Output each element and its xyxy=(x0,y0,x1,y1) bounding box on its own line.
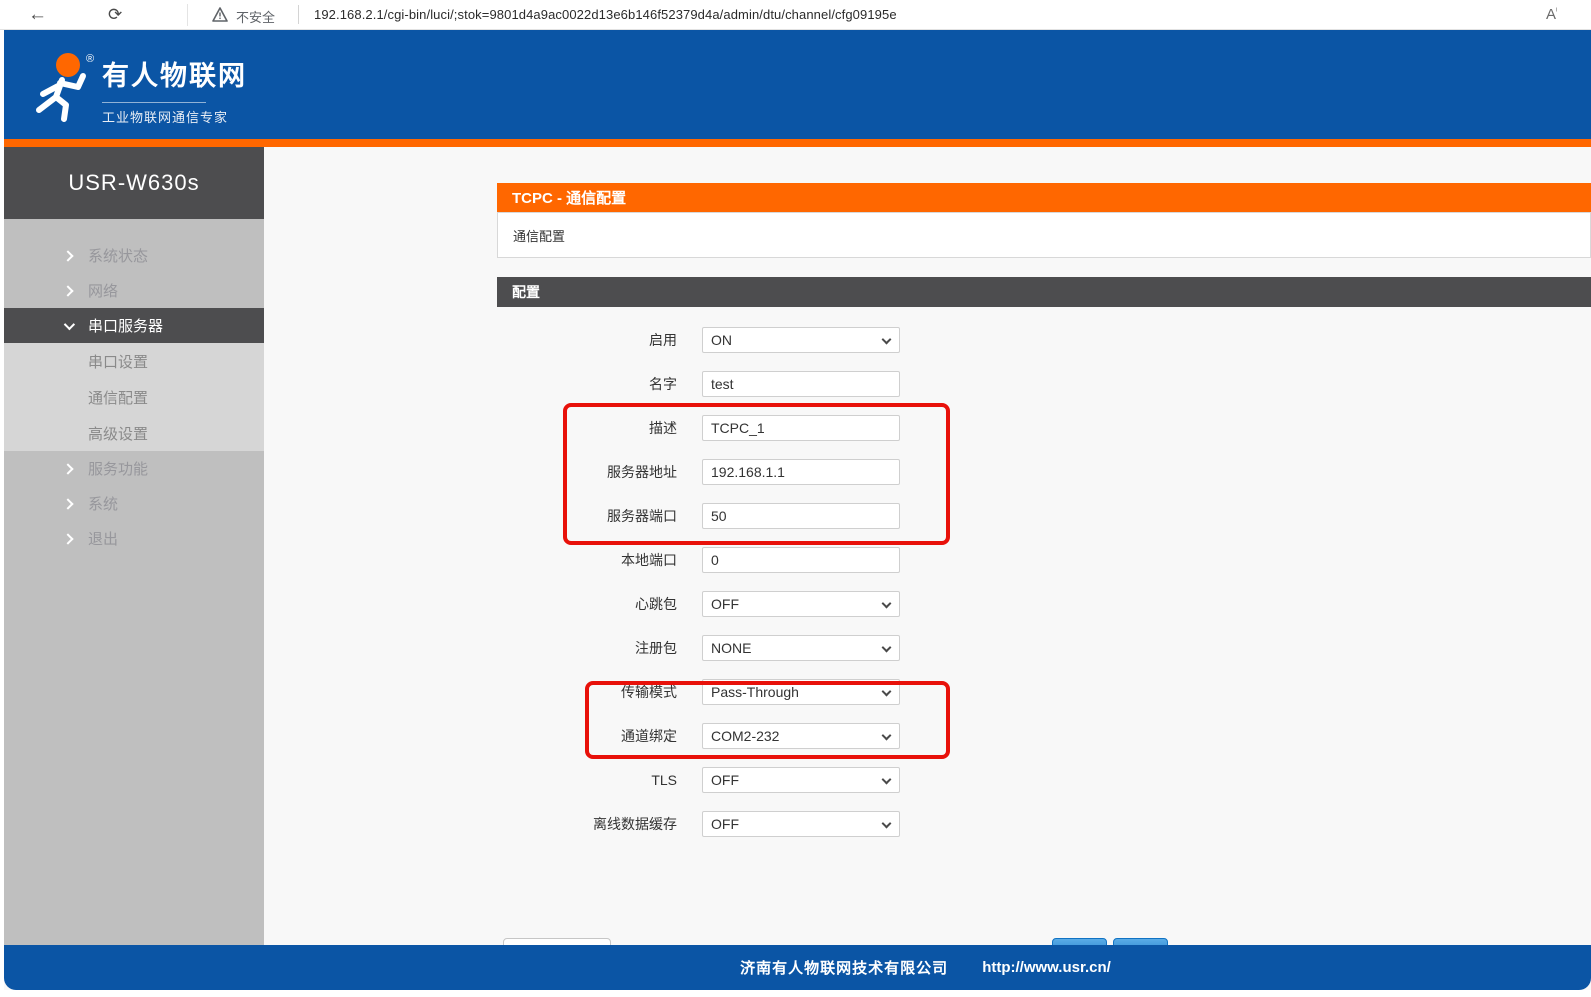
omnibox-left-edge xyxy=(187,4,188,26)
app-header: ® 有人物联网 工业物联网通信专家 xyxy=(4,30,1591,139)
field-transmission-mode: 传输模式 Pass-Through xyxy=(417,679,937,705)
omnibox-divider xyxy=(298,5,299,24)
brand-subtitle: 工业物联网通信专家 xyxy=(102,107,247,126)
page-subtitle: 通信配置 xyxy=(497,212,1591,258)
footer-company-name: 济南有人物联网技术有限公司 xyxy=(740,957,948,978)
sidebar-item-network[interactable]: 网络 xyxy=(4,273,264,308)
footer: 济南有人物联网技术有限公司 http://www.usr.cn/ xyxy=(4,945,1591,990)
heartbeat-select[interactable]: OFF xyxy=(702,591,900,617)
offline-cache-select[interactable]: OFF xyxy=(702,811,900,837)
description-input[interactable] xyxy=(702,415,900,441)
channel-binding-select[interactable]: COM2-232 xyxy=(702,723,900,749)
field-enable-label: 启用 xyxy=(417,330,677,350)
chevron-right-icon xyxy=(62,285,73,296)
browser-back-icon[interactable]: ← xyxy=(28,2,47,28)
field-server-address-label: 服务器地址 xyxy=(417,462,677,482)
header-accent-strip xyxy=(4,139,1591,147)
sidebar-item-logout[interactable]: 退出 xyxy=(4,521,264,556)
device-model-title: USR-W630s xyxy=(4,147,264,219)
sidebar-item-service-functions[interactable]: 服务功能 xyxy=(4,451,264,486)
chevron-right-icon xyxy=(62,498,73,509)
field-enable: 启用 ON xyxy=(417,327,937,353)
not-secure-warning-icon[interactable] xyxy=(212,7,228,27)
sidebar-item-system-status[interactable]: 系统状态 xyxy=(4,238,264,273)
field-tls-label: TLS xyxy=(417,772,677,788)
tls-select[interactable]: OFF xyxy=(702,767,900,793)
app-page: ® 有人物联网 工业物联网通信专家 USR-W630s 系统状态 网络 串口服务… xyxy=(4,30,1591,997)
not-secure-label[interactable]: 不安全 xyxy=(236,7,275,26)
field-register-packet-label: 注册包 xyxy=(417,638,677,658)
sidebar-item-advanced-settings[interactable]: 高级设置 xyxy=(4,415,264,451)
field-heartbeat: 心跳包 OFF xyxy=(417,591,937,617)
transmission-mode-select[interactable]: Pass-Through xyxy=(702,679,900,705)
sidebar-menu: 系统状态 网络 串口服务器 串口设置 通信配置 高级设置 xyxy=(4,238,264,556)
chevron-down-icon xyxy=(64,318,75,329)
field-name: 名字 xyxy=(417,371,937,397)
server-address-input[interactable] xyxy=(702,459,900,485)
field-register-packet: 注册包 NONE xyxy=(417,635,937,661)
read-aloud-icon[interactable]: Aᵎ xyxy=(1546,5,1557,23)
field-description-label: 描述 xyxy=(417,418,677,438)
browser-refresh-icon[interactable]: ⟳ xyxy=(108,2,122,28)
enable-select[interactable]: ON xyxy=(702,327,900,353)
field-transmission-mode-label: 传输模式 xyxy=(417,682,677,702)
section-title-config: 配置 xyxy=(497,277,1591,307)
footer-website-link[interactable]: http://www.usr.cn/ xyxy=(982,959,1111,976)
local-port-input[interactable] xyxy=(702,547,900,573)
brand-logo-icon: ® xyxy=(26,50,104,124)
sidebar: USR-W630s 系统状态 网络 串口服务器 串口设置 通信配置 xyxy=(4,147,264,975)
field-offline-cache: 离线数据缓存 OFF xyxy=(417,811,937,837)
sidebar-item-serial-settings[interactable]: 串口设置 xyxy=(4,343,264,379)
page-title: TCPC - 通信配置 xyxy=(497,183,1591,212)
browser-toolbar: ← ⟳ 不安全 192.168.2.1/cgi-bin/luci/;stok=9… xyxy=(0,0,1591,30)
field-local-port: 本地端口 xyxy=(417,547,937,573)
field-description: 描述 xyxy=(417,415,937,441)
field-server-address: 服务器地址 xyxy=(417,459,937,485)
chevron-right-icon xyxy=(62,250,73,261)
name-input[interactable] xyxy=(702,371,900,397)
sidebar-item-communication-settings[interactable]: 通信配置 xyxy=(4,379,264,415)
field-server-port: 服务器端口 xyxy=(417,503,937,529)
field-local-port-label: 本地端口 xyxy=(417,550,677,570)
field-server-port-label: 服务器端口 xyxy=(417,506,677,526)
field-channel-binding-label: 通道绑定 xyxy=(417,726,677,746)
address-bar-url[interactable]: 192.168.2.1/cgi-bin/luci/;stok=9801d4a9a… xyxy=(314,7,897,22)
registered-mark: ® xyxy=(86,53,94,65)
config-form: 启用 ON 名字 描述 服务器地址 服务器端口 xyxy=(417,327,937,855)
field-tls: TLS OFF xyxy=(417,767,937,793)
chevron-right-icon xyxy=(62,463,73,474)
serial-server-submenu: 串口设置 通信配置 高级设置 xyxy=(4,343,264,451)
server-port-input[interactable] xyxy=(702,503,900,529)
brand-title: 有人物联网 xyxy=(102,54,247,93)
field-channel-binding: 通道绑定 COM2-232 xyxy=(417,723,937,749)
sidebar-item-system[interactable]: 系统 xyxy=(4,486,264,521)
sidebar-item-serial-server[interactable]: 串口服务器 xyxy=(4,308,264,343)
register-packet-select[interactable]: NONE xyxy=(702,635,900,661)
brand-divider xyxy=(102,102,206,103)
chevron-right-icon xyxy=(62,533,73,544)
field-heartbeat-label: 心跳包 xyxy=(417,594,677,614)
field-name-label: 名字 xyxy=(417,374,677,394)
field-offline-cache-label: 离线数据缓存 xyxy=(417,814,677,834)
